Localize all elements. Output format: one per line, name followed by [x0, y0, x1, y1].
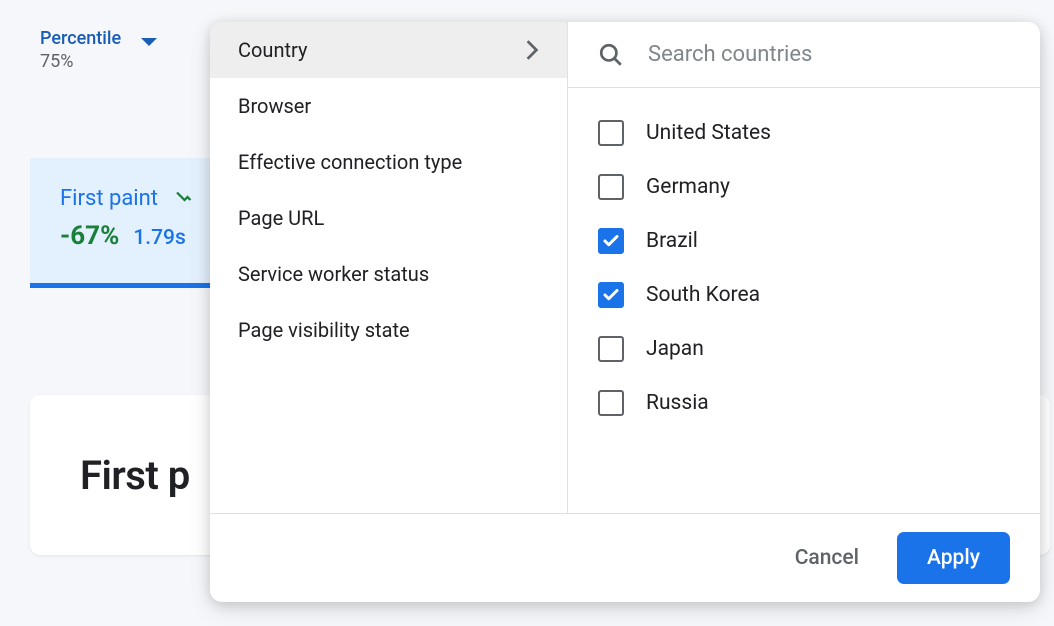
options-list: United States Germany Brazil South Korea Jap…: [568, 88, 1040, 513]
checkbox[interactable]: [598, 390, 624, 416]
option-item[interactable]: Japan: [568, 322, 1040, 376]
checkbox[interactable]: [598, 174, 624, 200]
metric-change: -67%: [60, 221, 119, 251]
category-label: Effective connection type: [238, 150, 462, 174]
category-item[interactable]: Country: [210, 22, 567, 78]
category-item[interactable]: Browser: [210, 78, 567, 134]
checkbox[interactable]: [598, 228, 624, 254]
percentile-dropdown[interactable]: Percentile 75%: [40, 28, 157, 72]
option-item[interactable]: Russia: [568, 376, 1040, 430]
checkbox[interactable]: [598, 120, 624, 146]
option-item[interactable]: South Korea: [568, 268, 1040, 322]
options-panel: United States Germany Brazil South Korea Jap…: [568, 22, 1040, 513]
option-label: United States: [646, 121, 771, 145]
bottom-card-title: First p: [80, 452, 190, 499]
category-label: Page visibility state: [238, 318, 410, 342]
category-label: Service worker status: [238, 262, 429, 286]
option-item[interactable]: Brazil: [568, 214, 1040, 268]
option-label: South Korea: [646, 283, 760, 307]
category-item[interactable]: Page URL: [210, 190, 567, 246]
category-panel: Country Browser Effective connection type P…: [210, 22, 568, 513]
checkbox[interactable]: [598, 282, 624, 308]
popover-body: Country Browser Effective connection type P…: [210, 22, 1040, 513]
apply-button[interactable]: Apply: [897, 532, 1010, 584]
option-item[interactable]: Germany: [568, 160, 1040, 214]
option-label: Japan: [646, 337, 704, 361]
percentile-label: Percentile: [40, 28, 121, 49]
category-item[interactable]: Effective connection type: [210, 134, 567, 190]
option-label: Germany: [646, 175, 730, 199]
search-icon: [598, 42, 624, 68]
category-item[interactable]: Service worker status: [210, 246, 567, 302]
option-item[interactable]: United States: [568, 106, 1040, 160]
filter-popover: Country Browser Effective connection type P…: [210, 22, 1040, 602]
search-input[interactable]: [648, 42, 1010, 67]
option-label: Brazil: [646, 229, 698, 253]
metric-title: First paint: [60, 186, 158, 211]
checkbox[interactable]: [598, 336, 624, 362]
trend-down-icon: [174, 188, 192, 210]
category-label: Page URL: [238, 206, 324, 230]
percentile-value: 75%: [40, 51, 121, 72]
chevron-down-icon: [141, 38, 157, 46]
cancel-button[interactable]: Cancel: [787, 536, 867, 580]
metric-time: 1.79s: [133, 226, 185, 250]
category-item[interactable]: Page visibility state: [210, 302, 567, 358]
option-label: Russia: [646, 391, 709, 415]
percentile-text: Percentile 75%: [40, 28, 121, 72]
category-label: Country: [238, 38, 307, 62]
chevron-right-icon: [525, 39, 539, 61]
category-label: Browser: [238, 94, 311, 118]
search-row: [568, 22, 1040, 88]
popover-footer: Cancel Apply: [210, 513, 1040, 602]
